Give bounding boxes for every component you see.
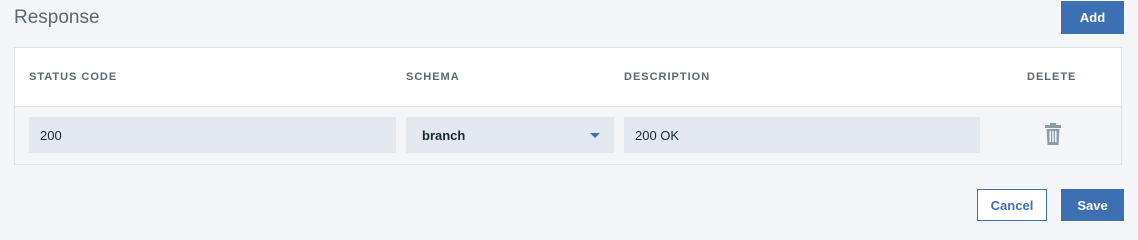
save-button[interactable]: Save [1061,189,1124,221]
status-code-input[interactable] [29,117,396,153]
section-title: Response [14,7,100,28]
trash-icon[interactable] [1045,123,1061,145]
add-button[interactable]: Add [1061,1,1124,34]
description-input[interactable] [624,117,980,153]
column-header-schema: SCHEMA [406,71,460,83]
chevron-down-icon [590,133,600,138]
column-header-description: DESCRIPTION [624,71,711,83]
response-editor: Response Add STATUS CODE SCHEMA DESCRIPT… [0,0,1138,228]
column-header-status-code: STATUS CODE [29,71,118,83]
response-table: STATUS CODE SCHEMA DESCRIPTION DELETE br… [14,47,1122,165]
cancel-button[interactable]: Cancel [977,189,1047,221]
schema-select[interactable]: branch [406,117,614,153]
schema-select-value: branch [422,127,466,143]
column-header-delete: DELETE [1027,71,1077,83]
table-header: STATUS CODE SCHEMA DESCRIPTION DELETE [15,48,1121,107]
table-row: branch [15,108,1121,165]
